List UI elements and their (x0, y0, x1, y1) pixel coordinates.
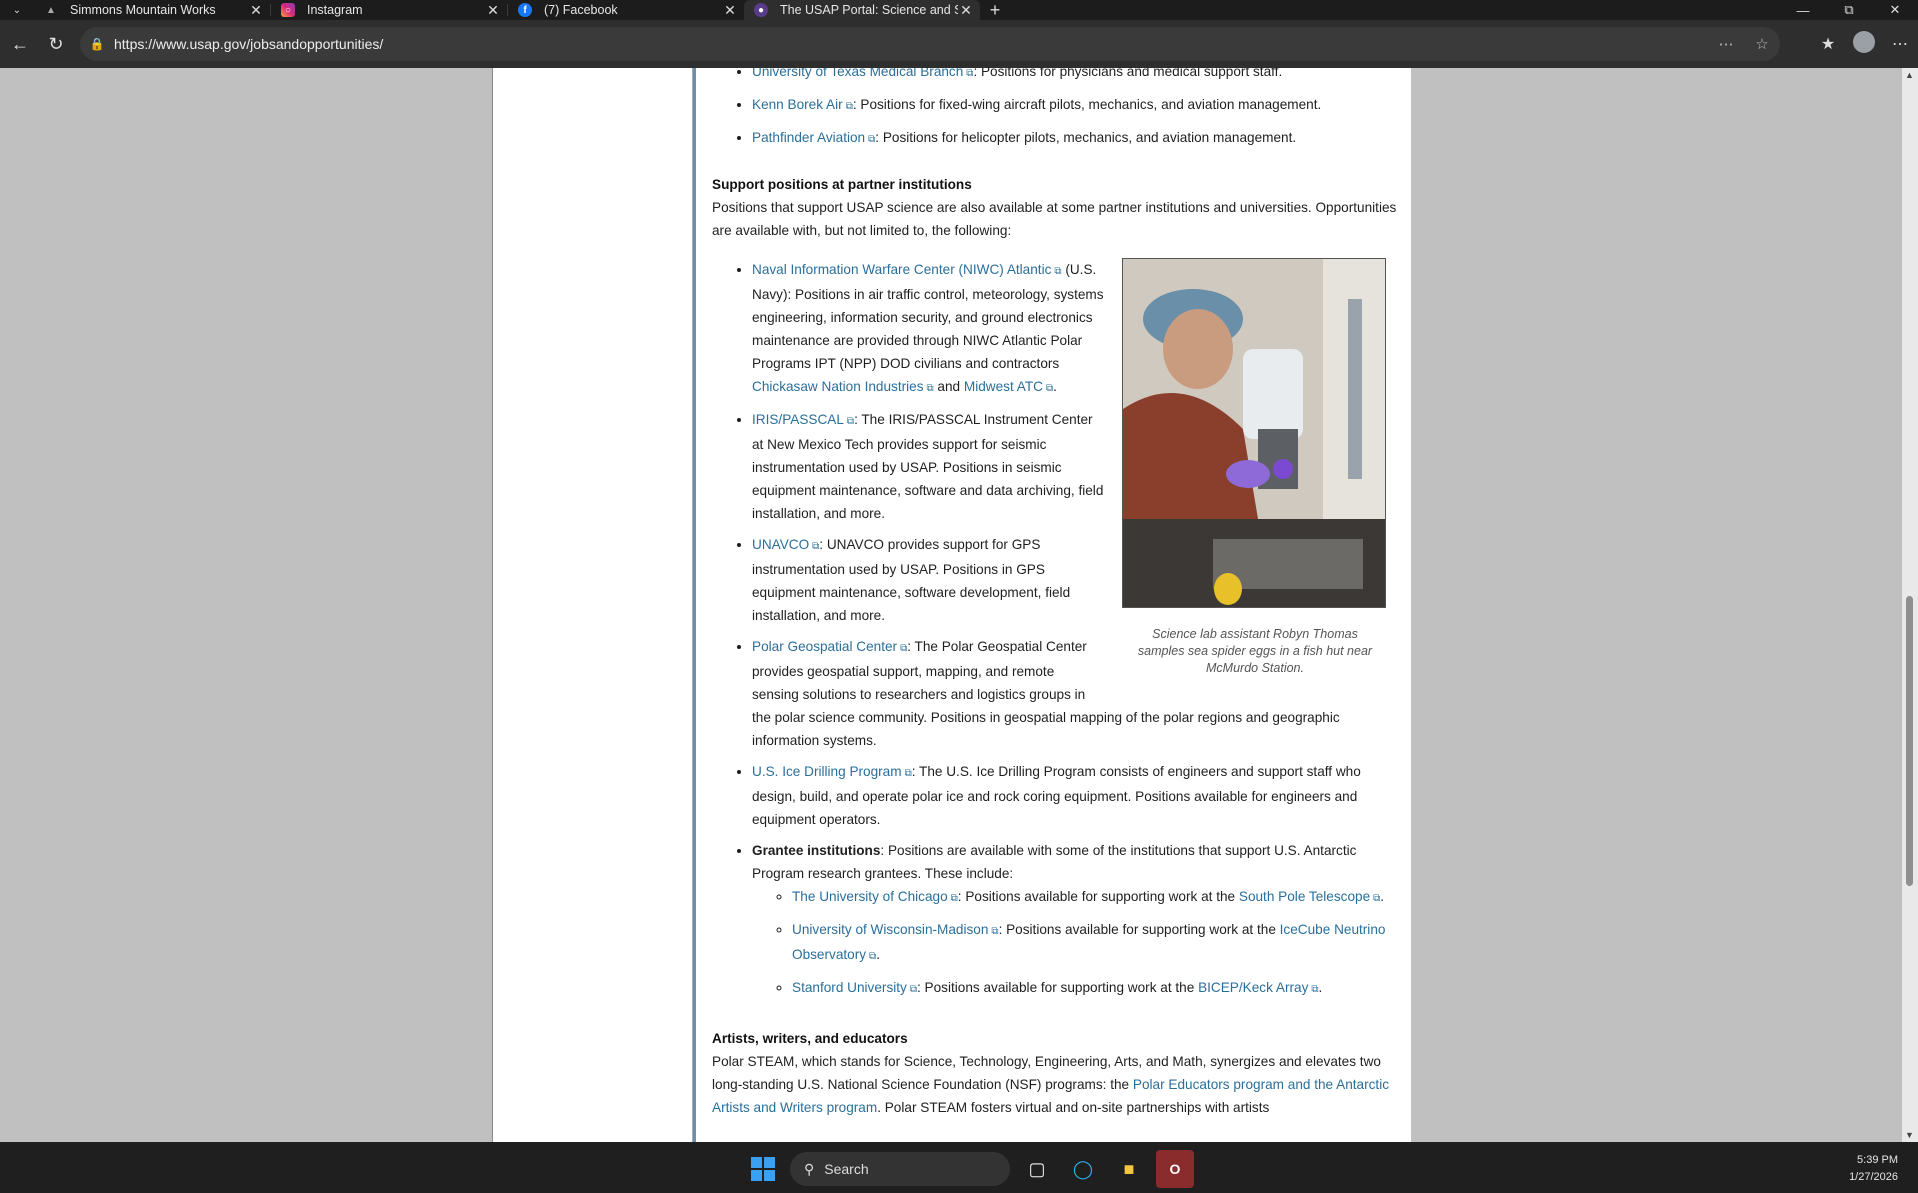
close-icon[interactable]: ✕ (722, 2, 738, 19)
more-menu-icon[interactable]: ⋯ (1882, 34, 1918, 54)
search-icon: ⚲ (804, 1160, 815, 1177)
tab-title: Instagram (307, 3, 363, 17)
tab-instagram[interactable]: ○ Instagram ✕ (271, 0, 507, 20)
close-window-icon[interactable]: ✕ (1872, 0, 1918, 20)
external-link-icon: ⧉ (845, 101, 853, 112)
external-link-icon: ⧉ (904, 768, 912, 779)
tab-title: Simmons Mountain Works (70, 3, 216, 17)
aviation-list: University of Texas Medical Branch⧉: Pos… (712, 68, 1402, 151)
restore-icon[interactable]: ⧉ (1826, 0, 1872, 20)
uchicago-link[interactable]: The University of Chicago (792, 889, 948, 904)
list-item: Stanford University⧉: Positions availabl… (792, 976, 1402, 1001)
task-view-icon[interactable]: ▢ (1018, 1150, 1056, 1188)
grantee-label: Grantee institutions (752, 843, 881, 858)
tab-title: (7) Facebook (544, 3, 618, 17)
external-link-icon: ⧉ (1054, 266, 1062, 277)
address-bar[interactable]: 🔒 https://www.usap.gov/jobsandopportunit… (80, 27, 1780, 61)
support-intro: Positions that support USAP science are … (712, 200, 1397, 238)
edge-icon[interactable]: ◯ (1064, 1150, 1102, 1188)
tab-strip: ⌄ ▲ Simmons Mountain Works ✕ ○ Instagram… (0, 0, 1918, 20)
scroll-up-icon[interactable]: ▲ (1905, 70, 1914, 80)
uw-madison-link[interactable]: University of Wisconsin-Madison (792, 922, 988, 937)
stanford-link[interactable]: Stanford University (792, 980, 907, 995)
scrollbar-thumb[interactable] (1906, 596, 1913, 886)
close-icon[interactable]: ✕ (958, 2, 974, 19)
search-label: Search (824, 1161, 869, 1177)
photo-caption: Science lab assistant Robyn Thomas sampl… (1137, 627, 1373, 675)
browser-toolbar: ← ↻ 🔒 https://www.usap.gov/jobsandopport… (0, 20, 1918, 68)
pathfinder-link[interactable]: Pathfinder Aviation (752, 130, 865, 145)
external-link-icon: ⧉ (1311, 984, 1319, 995)
scroll-down-icon[interactable]: ▼ (1905, 1130, 1914, 1140)
clock-time: 5:39 PM (1857, 1154, 1898, 1166)
close-icon[interactable]: ✕ (485, 2, 501, 19)
page-viewport: University of Texas Medical Branch⧉: Pos… (0, 68, 1918, 1142)
unavco-link[interactable]: UNAVCO (752, 537, 809, 552)
bicep-keck-link[interactable]: BICEP/Keck Array (1198, 980, 1308, 995)
tab-title: The USAP Portal: Science and Sup (780, 3, 958, 17)
clock-date: 1/27/2026 (1849, 1171, 1898, 1183)
partner-list: Science lab assistant Robyn Thomas sampl… (712, 258, 1402, 1001)
usap-icon: ● (754, 3, 768, 17)
external-link-icon: ⧉ (950, 893, 958, 904)
ice-drilling-link[interactable]: U.S. Ice Drilling Program (752, 764, 902, 779)
photo-figure: Science lab assistant Robyn Thomas sampl… (1122, 258, 1388, 677)
url-text[interactable]: https://www.usap.gov/jobsandopportunitie… (114, 36, 1708, 52)
toolbar-right: ★ ⋯ (1810, 20, 1918, 68)
list-item: U.S. Ice Drilling Program⧉: The U.S. Ice… (752, 760, 1402, 831)
close-icon[interactable]: ✕ (248, 2, 264, 19)
grantee-list: The University of Chicago⧉: Positions av… (752, 885, 1402, 1001)
mountain-icon: ▲ (46, 4, 56, 16)
window-controls: — ⧉ ✕ (1780, 0, 1918, 20)
favorites-icon[interactable]: ★ (1810, 34, 1846, 54)
favorite-star-icon[interactable]: ☆ (1744, 35, 1780, 53)
lock-icon[interactable]: 🔒 (80, 37, 114, 51)
lab-assistant-photo (1122, 258, 1386, 608)
tab-usap[interactable]: ● The USAP Portal: Science and Sup ✕ (744, 0, 980, 20)
taskbar-search[interactable]: ⚲ Search (790, 1152, 1010, 1186)
list-item: University of Wisconsin-Madison⧉: Positi… (792, 918, 1402, 968)
start-button[interactable] (744, 1150, 782, 1188)
external-link-icon: ⧉ (909, 984, 917, 995)
list-item: University of Texas Medical Branch⧉: Pos… (752, 68, 1402, 85)
midwest-atc-link[interactable]: Midwest ATC (964, 379, 1043, 394)
external-link-icon: ⧉ (846, 416, 855, 427)
instagram-icon: ○ (281, 3, 295, 17)
list-item: The University of Chicago⧉: Positions av… (792, 885, 1402, 910)
system-clock[interactable]: 5:39 PM 1/27/2026 (1849, 1152, 1898, 1186)
read-aloud-icon[interactable]: ⋯ (1708, 35, 1744, 53)
external-link-icon: ⧉ (926, 383, 934, 394)
file-explorer-icon[interactable]: ■ (1110, 1150, 1148, 1188)
external-link-icon: ⧉ (991, 926, 999, 937)
outlook-icon[interactable]: O (1156, 1150, 1194, 1188)
minimize-icon[interactable]: — (1780, 0, 1826, 20)
tab-facebook[interactable]: f (7) Facebook ✕ (508, 0, 744, 20)
list-item: Grantee institutions: Positions are avai… (752, 839, 1402, 1001)
back-icon[interactable]: ← (2, 26, 38, 62)
page-scrollbar[interactable]: ▲ ▼ (1902, 68, 1918, 1142)
profile-icon[interactable] (1846, 30, 1882, 58)
refresh-icon[interactable]: ↻ (38, 26, 74, 62)
left-sidebar (492, 68, 693, 1142)
new-tab-icon[interactable]: + (980, 0, 1010, 20)
south-pole-telescope-link[interactable]: South Pole Telescope (1239, 889, 1370, 904)
facebook-icon: f (518, 3, 532, 17)
utmb-link[interactable]: University of Texas Medical Branch (752, 68, 963, 79)
tab-simmons[interactable]: ▲ Simmons Mountain Works ✕ (34, 0, 270, 20)
taskbar: ⚲ Search ▢ ◯ ■ O 5:39 PM 1/27/2026 (0, 1146, 1918, 1193)
chickasaw-link[interactable]: Chickasaw Nation Industries (752, 379, 924, 394)
windows-logo-icon (751, 1157, 775, 1181)
pgc-link[interactable]: Polar Geospatial Center (752, 639, 897, 654)
list-item: Pathfinder Aviation⧉: Positions for heli… (752, 126, 1402, 151)
kenn-borek-link[interactable]: Kenn Borek Air (752, 97, 843, 112)
list-item: Kenn Borek Air⧉: Positions for fixed-win… (752, 93, 1402, 118)
support-heading: Support positions at partner institution… (712, 177, 972, 192)
artists-text: Polar STEAM, which stands for Science, T… (712, 1054, 1390, 1115)
iris-passcal-link[interactable]: IRIS/PASSCAL (752, 412, 844, 427)
artists-heading: Artists, writers, and educators (712, 1031, 908, 1046)
niwc-link[interactable]: Naval Information Warfare Center (NIWC) … (752, 262, 1051, 277)
main-content: University of Texas Medical Branch⧉: Pos… (693, 68, 1411, 1142)
tab-actions-menu-icon[interactable]: ⌄ (0, 0, 34, 20)
